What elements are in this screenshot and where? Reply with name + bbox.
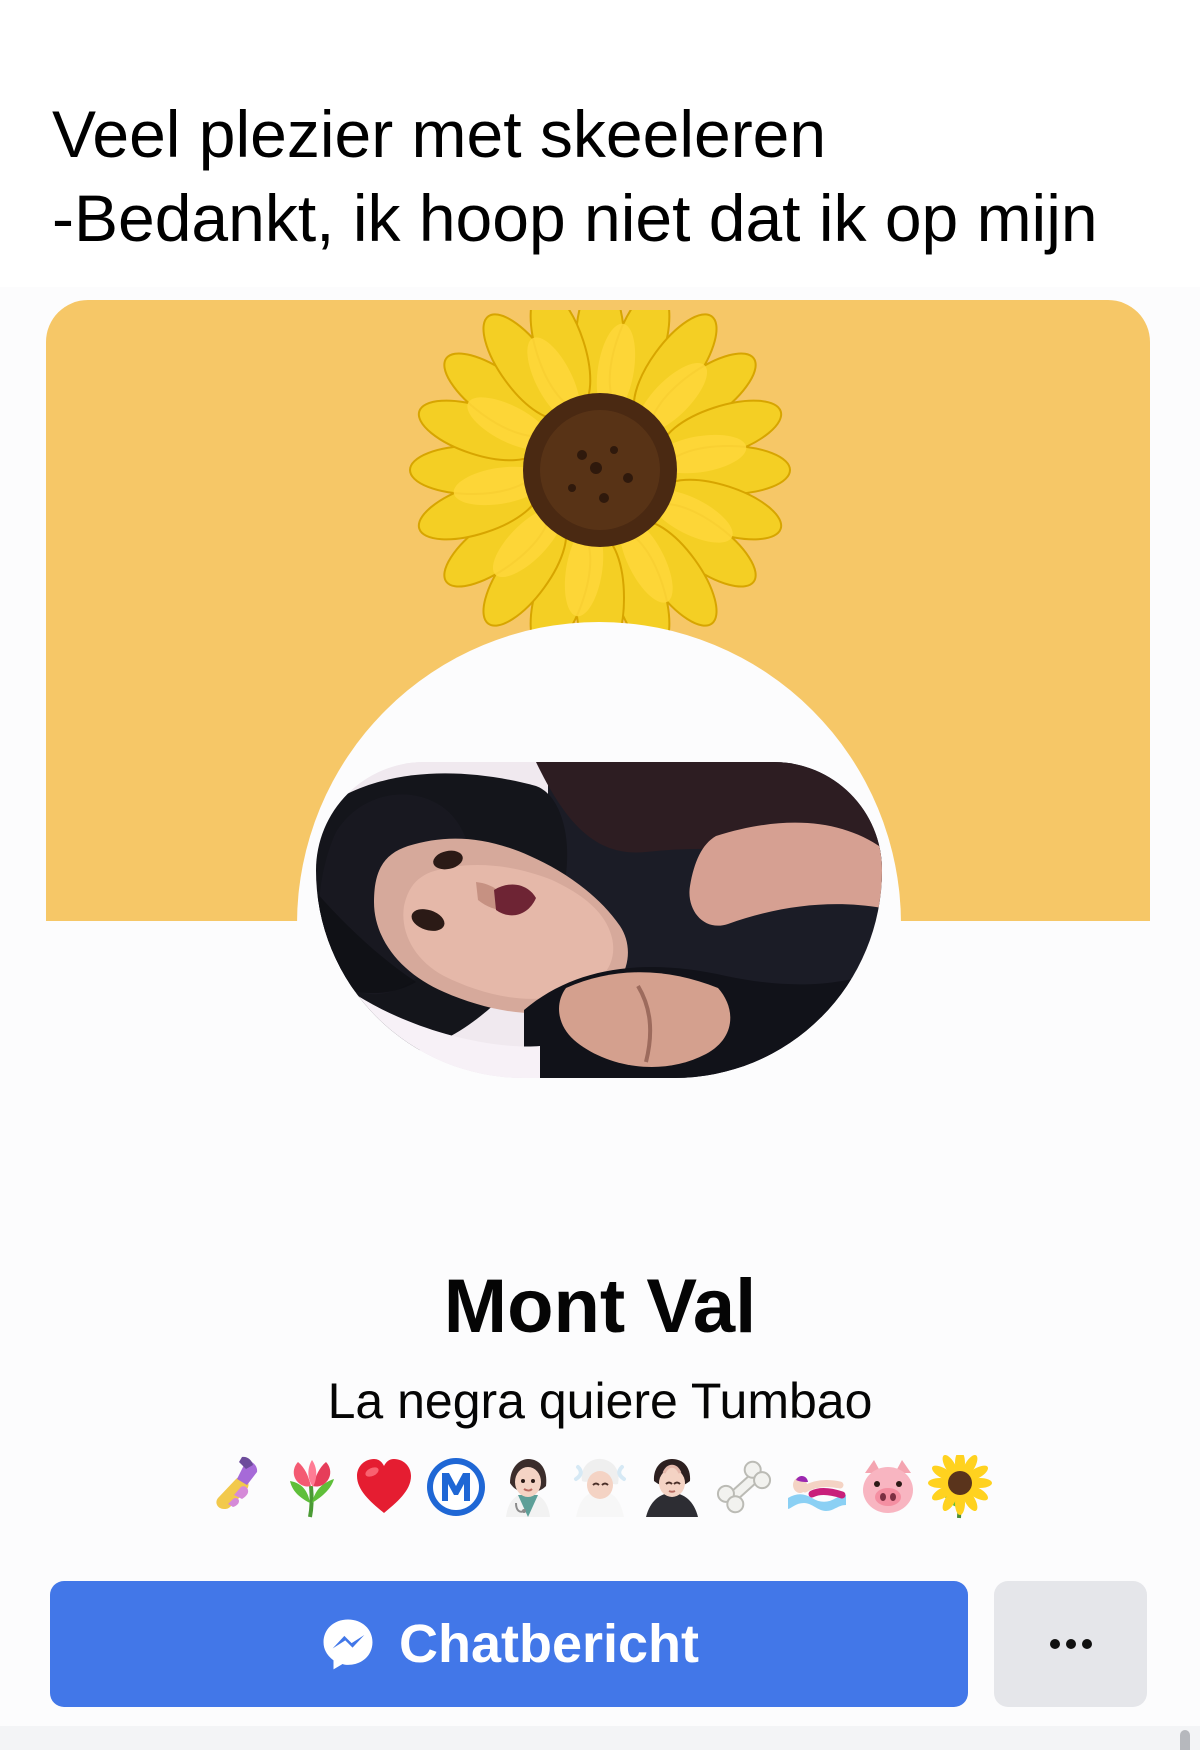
profile-bio: La negra quiere Tumbao <box>327 1373 873 1429</box>
messenger-icon <box>323 1619 373 1670</box>
sunflower-cover-icon <box>409 310 791 661</box>
person-in-steamy-room-icon <box>574 1458 626 1517</box>
person-getting-massage-icon <box>646 1459 698 1517</box>
bottom-edge <box>0 1726 1200 1750</box>
health-worker-icon <box>506 1459 550 1517</box>
person-swimming-icon <box>788 1476 846 1511</box>
pig-face-icon <box>863 1460 913 1513</box>
scrollbar[interactable] <box>1180 1730 1190 1750</box>
sunflower-icon <box>928 1455 992 1519</box>
more-icon <box>1049 1639 1092 1649</box>
red-heart-icon <box>357 1459 411 1513</box>
message-button-label: Chatbericht <box>398 1614 700 1674</box>
profile-picture[interactable] <box>316 762 882 1078</box>
caption-line-1: Veel plezier met skeeleren <box>52 97 827 171</box>
bone-icon <box>716 1460 772 1514</box>
tulip-icon <box>290 1460 334 1518</box>
bio-emoji-row <box>208 1452 992 1522</box>
profile-name: Mont Val <box>443 1264 757 1349</box>
more-options-button[interactable] <box>994 1581 1147 1707</box>
meme-caption: Veel plezier met skeeleren -Bedankt, ik … <box>52 92 1172 260</box>
circled-m-icon <box>427 1458 485 1516</box>
caption-line-2: -Bedankt, ik hoop niet dat ik op mijn <box>52 181 1098 255</box>
message-button[interactable]: Chatbericht <box>50 1581 968 1707</box>
nail-polish-icon <box>216 1456 258 1509</box>
screenshot-page: Veel plezier met skeeleren -Bedankt, ik … <box>0 0 1200 1750</box>
